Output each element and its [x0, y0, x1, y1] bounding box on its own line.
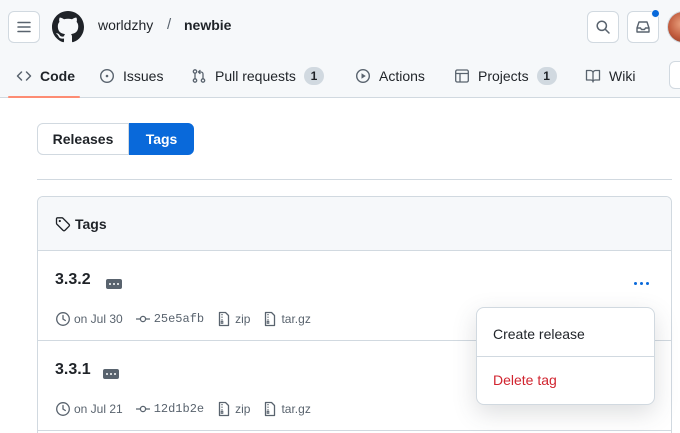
zip-label: zip [235, 402, 251, 416]
file-zip-icon [218, 311, 230, 327]
clock-icon [56, 402, 70, 416]
tab-actions[interactable]: Actions [355, 54, 425, 98]
releases-tags-toggle: Releases Tags [37, 123, 194, 155]
search-icon [596, 20, 610, 34]
tag-name-link[interactable]: 3.3.2 [55, 271, 91, 289]
active-tab-underline [8, 96, 80, 98]
create-release-menu-item[interactable]: Create release [493, 326, 585, 342]
tags-box-header: Tags [38, 197, 671, 251]
tab-code-label: Code [40, 68, 75, 84]
expand-message-button[interactable] [103, 369, 119, 379]
tag-commit-link[interactable]: 12d1b2e [135, 401, 204, 417]
tab-issues-label: Issues [123, 68, 164, 84]
file-zip-icon [265, 311, 276, 327]
tag-meta: on Jul 21 12d1b2e zip tar.gz [55, 400, 323, 418]
tags-box-title: Tags [75, 215, 107, 232]
issue-icon [99, 68, 115, 84]
play-icon [355, 68, 371, 84]
divider [37, 179, 672, 180]
search-button[interactable] [587, 11, 619, 43]
tag-icon [55, 216, 71, 231]
pull-request-icon [192, 69, 206, 83]
commit-sha: 25e5afb [153, 312, 205, 326]
tag-commit-link[interactable]: 25e5afb [135, 311, 204, 327]
delete-tag-menu-item[interactable]: Delete tag [493, 372, 557, 388]
nav-overflow-button[interactable] [669, 61, 680, 89]
repo-name-link[interactable]: newbie [184, 17, 231, 33]
tab-pull-requests[interactable]: Pull requests 1 [191, 54, 324, 98]
table-icon [455, 69, 469, 83]
tag-date: on Jul 30 [55, 311, 123, 327]
targz-download-link[interactable]: tar.gz [262, 311, 311, 327]
commit-icon [135, 315, 150, 323]
tags-button[interactable]: Tags [129, 123, 194, 155]
clock-icon [56, 312, 70, 326]
zip-label: zip [235, 312, 251, 326]
tab-wiki-label: Wiki [609, 68, 636, 84]
book-icon [585, 69, 601, 83]
tag-date-text: on Jul 30 [74, 312, 123, 326]
menu-button[interactable] [8, 11, 40, 43]
repo-owner-link[interactable]: worldzhy [98, 17, 153, 33]
github-logo-icon[interactable] [52, 11, 84, 43]
menu-icon [17, 21, 31, 33]
expand-message-button[interactable] [106, 279, 122, 289]
file-zip-icon [218, 401, 230, 417]
tag-actions-menu: Create release Delete tag [476, 307, 655, 405]
pull-requests-count: 1 [303, 67, 324, 85]
tab-projects[interactable]: Projects 1 [454, 54, 557, 98]
commit-sha: 12d1b2e [153, 402, 205, 416]
tab-actions-label: Actions [379, 68, 425, 84]
notification-dot [651, 9, 660, 18]
releases-button[interactable]: Releases [37, 123, 129, 155]
targz-label: tar.gz [281, 402, 311, 416]
projects-count: 1 [536, 67, 557, 85]
tag-actions-button[interactable] [629, 271, 653, 295]
file-zip-icon [265, 401, 276, 417]
zip-download-link[interactable]: zip [216, 311, 250, 327]
zip-download-link[interactable]: zip [216, 401, 250, 417]
commit-icon [135, 405, 150, 413]
tab-code[interactable]: Code [16, 54, 75, 98]
tab-issues[interactable]: Issues [99, 54, 163, 98]
path-separator: / [167, 16, 172, 33]
code-icon [16, 71, 32, 81]
tag-name-link[interactable]: 3.3.1 [55, 361, 91, 379]
targz-download-link[interactable]: tar.gz [262, 401, 311, 417]
tab-pull-requests-label: Pull requests [215, 68, 296, 84]
inbox-icon [636, 21, 650, 33]
targz-label: tar.gz [281, 312, 311, 326]
tag-date-text: on Jul 21 [74, 402, 123, 416]
tab-wiki[interactable]: Wiki [585, 54, 635, 98]
tag-date: on Jul 21 [55, 401, 123, 417]
menu-divider [477, 356, 654, 357]
tab-projects-label: Projects [478, 68, 529, 84]
tag-meta: on Jul 30 25e5afb zip tar.gz [55, 310, 323, 328]
